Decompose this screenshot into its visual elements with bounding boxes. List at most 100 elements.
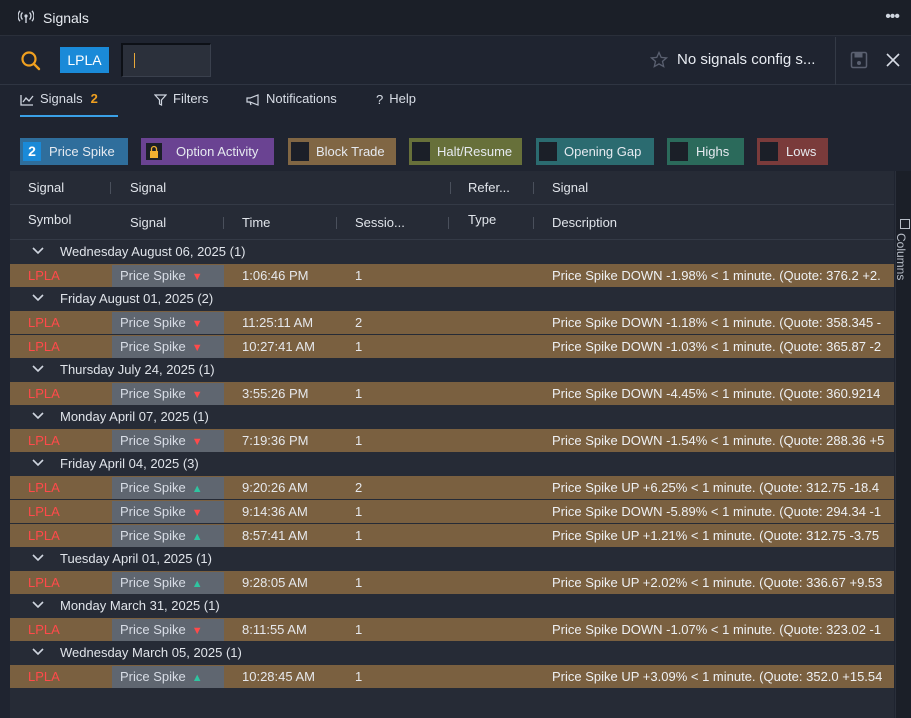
cell-session[interactable]: 1 [355, 618, 362, 641]
column-header-time[interactable]: Time [242, 215, 270, 230]
group-row[interactable]: Wednesday August 06, 2025 (1) [10, 241, 894, 263]
table-row[interactable]: LPLA Price Spike ▼ 10:27:41 AM 1 Price Spike … [10, 335, 894, 358]
group-header-signal[interactable]: Signal [28, 180, 64, 195]
close-icon[interactable] [886, 53, 900, 67]
cell-symbol[interactable]: LPLA [10, 264, 110, 287]
tab-help[interactable]: ? Help [376, 91, 416, 117]
cell-description[interactable]: Price Spike DOWN -1.54% < 1 minute. (Quo… [552, 429, 894, 452]
cell-session[interactable]: 1 [355, 264, 362, 287]
cell-symbol[interactable]: LPLA [10, 429, 110, 452]
cell-description[interactable]: Price Spike UP +6.25% < 1 minute. (Quote… [552, 476, 894, 499]
chip-block-trade[interactable]: Block Trade [288, 138, 396, 165]
chevron-down-icon[interactable] [32, 293, 44, 303]
cell-symbol[interactable]: LPLA [10, 382, 110, 405]
column-resizer[interactable] [110, 182, 111, 194]
star-icon[interactable] [650, 51, 668, 69]
column-header-type[interactable]: Type [468, 212, 496, 227]
cell-description[interactable]: Price Spike UP +1.21% < 1 minute. (Quote… [552, 524, 894, 547]
cell-time[interactable]: 8:57:41 AM [242, 524, 308, 547]
chevron-down-icon[interactable] [32, 553, 44, 563]
cell-time[interactable]: 11:25:11 AM [242, 311, 313, 334]
cell-session[interactable]: 1 [355, 571, 362, 594]
cell-description[interactable]: Price Spike DOWN -4.45% < 1 minute. (Quo… [552, 382, 894, 405]
cell-symbol[interactable]: LPLA [10, 571, 110, 594]
group-row[interactable]: Friday April 04, 2025 (3) [10, 453, 894, 475]
cell-time[interactable]: 7:19:36 PM [242, 429, 309, 452]
column-resizer[interactable] [448, 217, 449, 229]
cell-time[interactable]: 9:14:36 AM [242, 500, 308, 523]
group-row[interactable]: Thursday July 24, 2025 (1) [10, 359, 894, 381]
save-icon[interactable] [850, 51, 868, 69]
group-row[interactable]: Tuesday April 01, 2025 (1) [10, 548, 894, 570]
cell-symbol[interactable]: LPLA [10, 500, 110, 523]
column-header-session[interactable]: Sessio... [355, 215, 405, 230]
cell-signal[interactable]: Price Spike ▼ [112, 430, 224, 452]
group-header-signal-2[interactable]: Signal [130, 180, 166, 195]
chevron-down-icon[interactable] [32, 647, 44, 657]
config-name-label[interactable]: No signals config s... [677, 51, 815, 68]
cell-symbol[interactable]: LPLA [10, 524, 110, 547]
cell-session[interactable]: 2 [355, 311, 362, 334]
cell-session[interactable]: 1 [355, 500, 362, 523]
cell-description[interactable]: Price Spike UP +3.09% < 1 minute. (Quote… [552, 665, 894, 688]
cell-signal[interactable]: Price Spike ▲ [112, 572, 224, 594]
group-header-signal-3[interactable]: Signal [552, 180, 588, 195]
chevron-down-icon[interactable] [32, 600, 44, 610]
cell-session[interactable]: 1 [355, 665, 362, 688]
cell-description[interactable]: Price Spike DOWN -1.07% < 1 minute. (Quo… [552, 618, 894, 641]
column-header-signal[interactable]: Signal [130, 215, 166, 230]
cell-symbol[interactable]: LPLA [10, 335, 110, 358]
cell-signal[interactable]: Price Spike ▲ [112, 477, 224, 499]
table-row[interactable]: LPLA Price Spike ▼ 7:19:36 PM 1 Price Spike D… [10, 429, 894, 452]
chip-price-spike[interactable]: 2 Price Spike [20, 138, 128, 165]
cell-session[interactable]: 1 [355, 429, 362, 452]
cell-description[interactable]: Price Spike DOWN -1.18% < 1 minute. (Quo… [552, 311, 894, 334]
columns-side-panel[interactable]: Columns [894, 171, 911, 718]
cell-signal[interactable]: Price Spike ▲ [112, 525, 224, 547]
column-header-description[interactable]: Description [552, 215, 617, 230]
cell-session[interactable]: 1 [355, 335, 362, 358]
chevron-down-icon[interactable] [32, 246, 44, 256]
cell-signal[interactable]: Price Spike ▼ [112, 265, 224, 287]
cell-time[interactable]: 10:28:45 AM [242, 665, 315, 688]
table-row[interactable]: LPLA Price Spike ▲ 9:28:05 AM 1 Price Spike U… [10, 571, 894, 594]
group-row[interactable]: Wednesday March 05, 2025 (1) [10, 642, 894, 664]
symbol-tag[interactable]: LPLA [60, 47, 109, 73]
chip-opening-gap[interactable]: Opening Gap [536, 138, 654, 165]
search-icon[interactable] [20, 50, 42, 72]
table-row[interactable]: LPLA Price Spike ▼ 11:25:11 AM 2 Price Spike … [10, 311, 894, 334]
chip-lows[interactable]: Lows [757, 138, 828, 165]
group-header-reference[interactable]: Refer... [468, 180, 510, 195]
column-resizer[interactable] [450, 182, 451, 194]
cell-signal[interactable]: Price Spike ▼ [112, 383, 224, 405]
table-row[interactable]: LPLA Price Spike ▲ 10:28:45 AM 1 Price Spike … [10, 665, 894, 688]
ellipsis-icon[interactable]: ••• [885, 8, 900, 26]
cell-description[interactable]: Price Spike DOWN -1.98% < 1 minute. (Quo… [552, 264, 894, 287]
cell-symbol[interactable]: LPLA [10, 311, 110, 334]
chevron-down-icon[interactable] [32, 458, 44, 468]
chip-halt-resume[interactable]: Halt/Resume [409, 138, 522, 165]
column-resizer[interactable] [533, 182, 534, 194]
cell-description[interactable]: Price Spike UP +2.02% < 1 minute. (Quote… [552, 571, 894, 594]
cell-time[interactable]: 3:55:26 PM [242, 382, 309, 405]
chevron-down-icon[interactable] [32, 364, 44, 374]
cell-signal[interactable]: Price Spike ▲ [112, 666, 224, 688]
cell-symbol[interactable]: LPLA [10, 476, 110, 499]
table-row[interactable]: LPLA Price Spike ▲ 9:20:26 AM 2 Price Spike U… [10, 476, 894, 499]
table-row[interactable]: LPLA Price Spike ▼ 1:06:46 PM 1 Price Spike D… [10, 264, 894, 287]
cell-session[interactable]: 1 [355, 524, 362, 547]
cell-session[interactable]: 2 [355, 476, 362, 499]
table-row[interactable]: LPLA Price Spike ▼ 3:55:26 PM 1 Price Spike D… [10, 382, 894, 405]
group-row[interactable]: Monday March 31, 2025 (1) [10, 595, 894, 617]
table-row[interactable]: LPLA Price Spike ▲ 8:57:41 AM 1 Price Spike U… [10, 524, 894, 547]
column-header-symbol[interactable]: Symbol [28, 212, 71, 227]
cell-signal[interactable]: Price Spike ▼ [112, 501, 224, 523]
chevron-down-icon[interactable] [32, 411, 44, 421]
tab-filters[interactable]: Filters [154, 91, 208, 117]
cell-symbol[interactable]: LPLA [10, 665, 110, 688]
tab-notifications[interactable]: Notifications [246, 91, 337, 117]
cell-symbol[interactable]: LPLA [10, 618, 110, 641]
column-resizer[interactable] [336, 217, 337, 229]
cell-time[interactable]: 9:28:05 AM [242, 571, 308, 594]
cell-session[interactable]: 1 [355, 382, 362, 405]
